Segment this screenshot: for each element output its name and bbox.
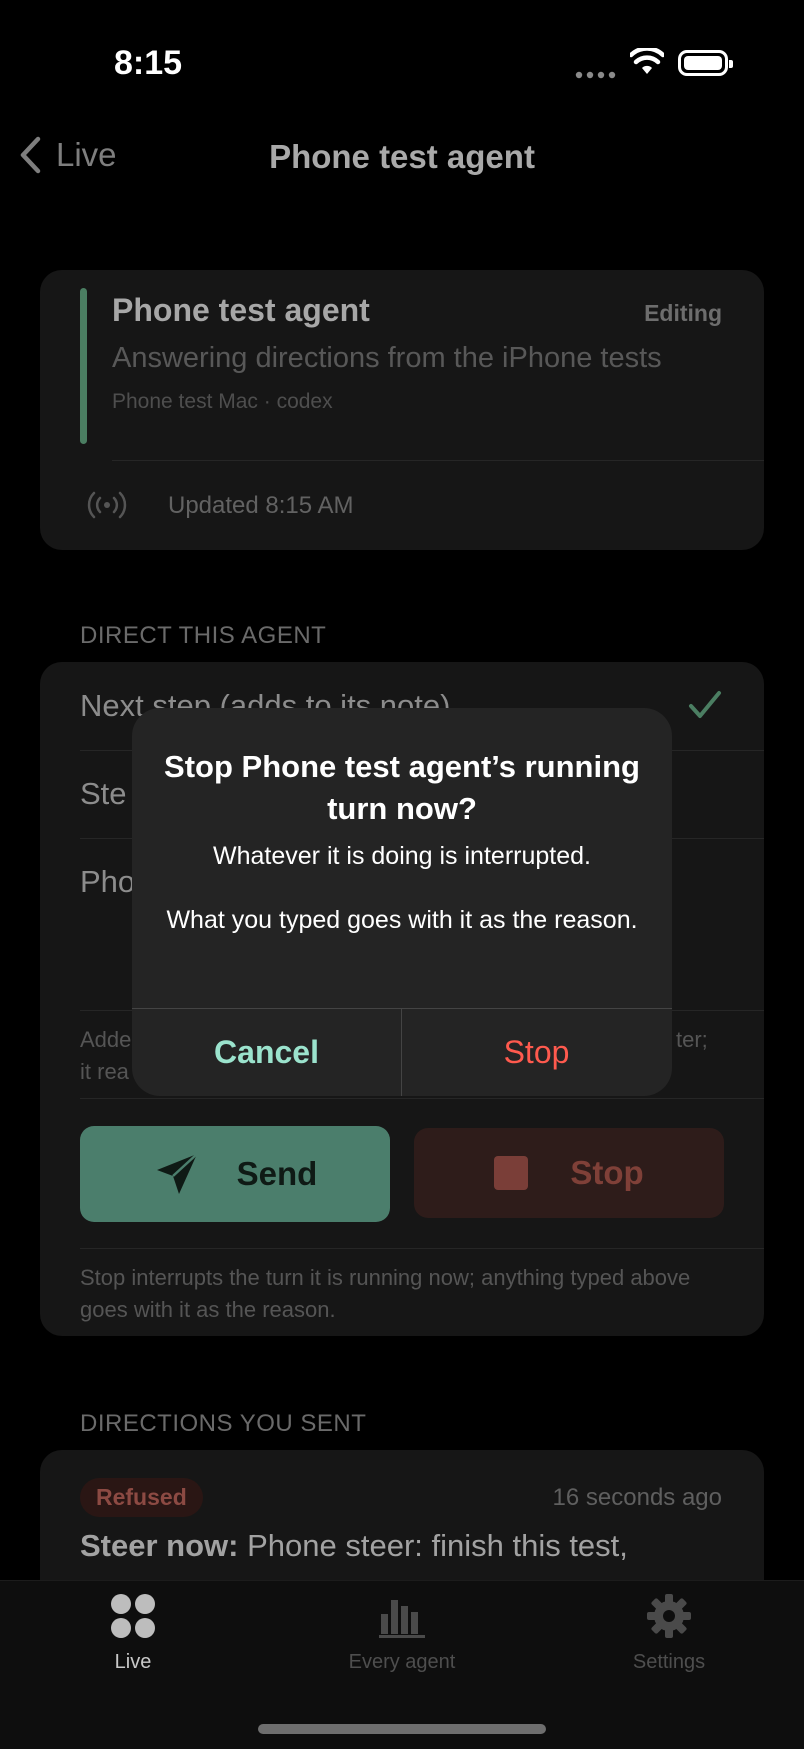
tab-label: Every agent xyxy=(348,1651,456,1673)
paper-plane-icon xyxy=(156,1153,198,1194)
mode-hint-line-1-tail: ter; xyxy=(676,1027,708,1052)
page-title: Phone test agent xyxy=(269,138,535,175)
send-label: Send xyxy=(236,1155,318,1192)
divider xyxy=(80,1248,764,1249)
section-header-history: DIRECTIONS YOU SENT xyxy=(80,1410,367,1437)
direction-kind: Steer now: xyxy=(80,1528,239,1563)
alert-cancel-button[interactable]: Cancel xyxy=(132,1008,401,1096)
updated-time: Updated 8:15 AM xyxy=(168,492,354,519)
direction-text: Phone steer: finish this test, xyxy=(247,1528,628,1563)
agent-meta: Phone test Mac · codex xyxy=(112,390,333,413)
tab-settings[interactable]: Settings xyxy=(569,1592,769,1674)
tab-label: Live xyxy=(114,1651,152,1673)
stop-hint: Stop interrupts the turn it is running n… xyxy=(80,1265,691,1322)
option-steer-now[interactable]: Ste xyxy=(80,776,127,812)
direction-input[interactable]: Pho xyxy=(80,864,135,900)
stop-label: Stop xyxy=(570,1154,644,1191)
tab-label: Settings xyxy=(632,1651,706,1673)
history-direction: Steer now: Phone steer: finish this test… xyxy=(80,1528,628,1564)
stop-button[interactable]: Stop xyxy=(414,1128,724,1218)
alert-stop-button[interactable]: Stop xyxy=(402,1008,671,1096)
status-badge: Refused xyxy=(80,1478,203,1517)
home-indicator xyxy=(258,1724,546,1734)
tab-live[interactable]: Live xyxy=(33,1592,233,1674)
agent-state-badge: Editing xyxy=(644,300,722,326)
stop-square-icon xyxy=(494,1156,529,1190)
alert-title: Stop Phone test agent’s running turn now… xyxy=(164,749,640,826)
stop-confirmation-alert: Stop Phone test agent’s running turn now… xyxy=(132,708,672,1096)
agent-status-bar xyxy=(80,288,87,444)
checkmark-icon xyxy=(689,691,721,718)
gear-icon xyxy=(647,1594,691,1638)
section-header-direct: DIRECT THIS AGENT xyxy=(80,622,327,649)
agent-subtitle: Answering directions from the iPhone tes… xyxy=(112,342,662,374)
broadcast-icon xyxy=(87,491,127,519)
agent-name: Phone test agent xyxy=(112,292,370,328)
divider xyxy=(112,460,764,461)
bar-chart-icon xyxy=(379,1600,425,1638)
alert-message: Whatever it is doing is interrupted. Wha… xyxy=(166,842,638,934)
send-button[interactable]: Send xyxy=(80,1126,390,1222)
divider xyxy=(80,1098,764,1099)
history-time: 16 seconds ago xyxy=(552,1484,722,1511)
grid-dots-icon xyxy=(111,1594,155,1638)
tab-every-agent[interactable]: Every agent xyxy=(302,1592,502,1674)
